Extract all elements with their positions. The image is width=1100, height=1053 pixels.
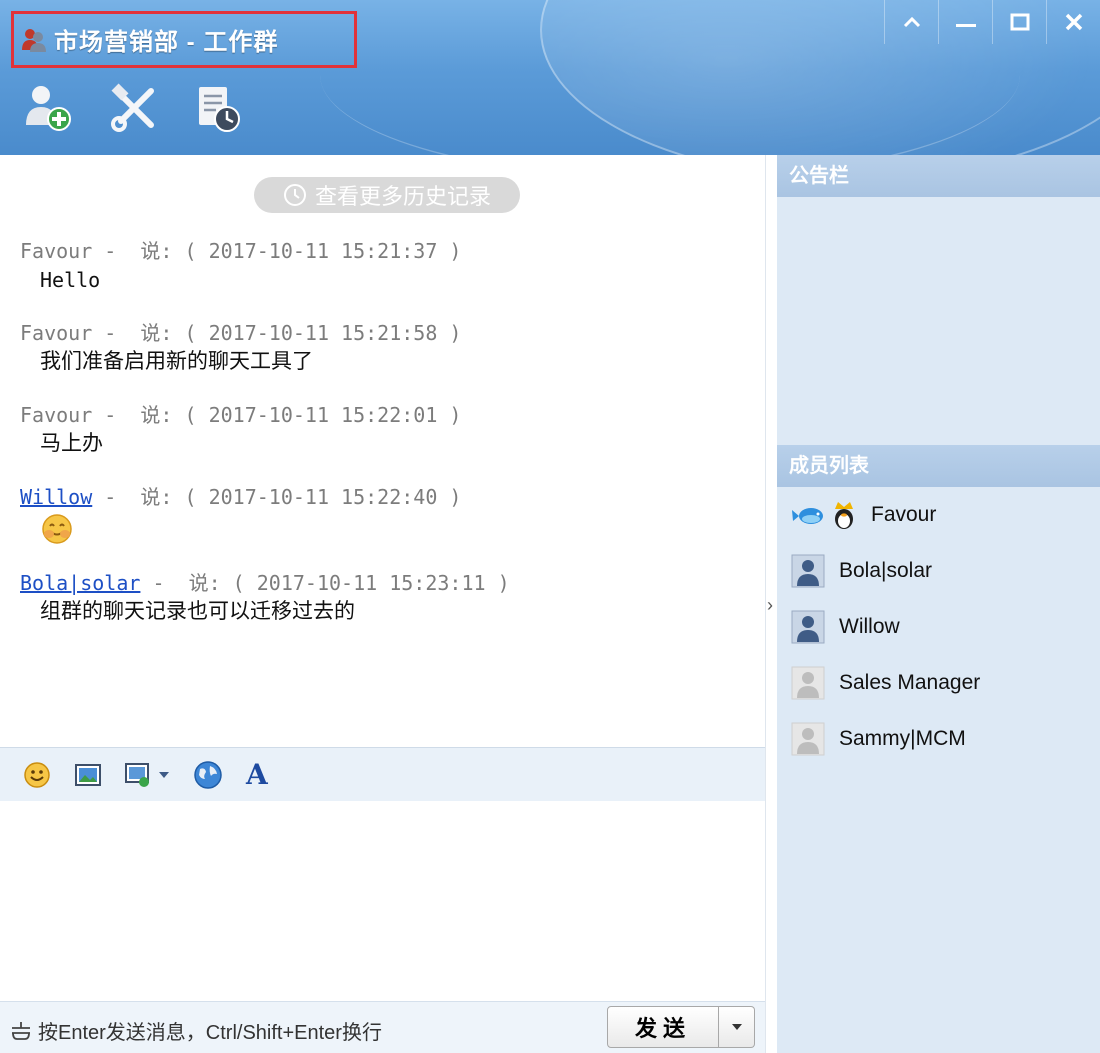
input-toolbar: A [0,747,765,801]
offline-user-avatar-icon [791,722,825,756]
message-sender: Favour [20,239,93,263]
send-button[interactable]: 发送 [607,1006,719,1048]
message-sender-link[interactable]: Bola|solar [20,571,140,595]
keyboard-shortcut-icon[interactable] [8,1020,34,1042]
send-bar: 按Enter发送消息，Ctrl/Shift+Enter换行 发送 [0,1001,765,1053]
chat-history-button[interactable] [190,80,246,136]
message-meta: Willow - 说: ( 2017-10-11 15:22:40 ) [20,483,461,511]
expand-arrow-icon[interactable]: › [767,595,773,616]
image-icon [75,763,101,786]
window-header: 市场营销部 - 工作群 [0,0,1100,155]
chat-message: Willow - 说: ( 2017-10-11 15:22:40 ) [20,483,461,554]
chat-message: Bola|solar - 说: ( 2017-10-11 15:23:11 ) … [20,569,510,627]
message-sender: Favour [20,403,93,427]
message-body: 组群的聊天记录也可以迁移过去的 [40,600,355,623]
member-list-header: 成员列表 [777,445,1100,487]
send-options-button[interactable] [719,1006,755,1048]
message-timestamp: - 说: ( 2017-10-11 15:22:40 ) [92,485,462,509]
message-sender-link[interactable]: Willow [20,485,92,509]
message-input[interactable] [0,801,765,1001]
notice-board-header: 公告栏 [777,155,1100,197]
screenshot-icon [125,762,149,787]
message-timestamp: - 说: ( 2017-10-11 15:21:58 ) [92,321,462,345]
window-title: 市场营销部 - 工作群 [54,29,279,56]
chat-message: Favour - 说: ( 2017-10-11 15:21:37 ) Hell… [20,237,461,295]
window-controls [884,0,1100,44]
message-meta: Favour - 说: ( 2017-10-11 15:21:37 ) [20,237,461,265]
close-icon [1065,13,1082,31]
message-timestamp: - 说: ( 2017-10-11 15:22:01 ) [92,403,462,427]
user-avatar-icon [791,554,825,588]
group-settings-button[interactable] [106,80,162,136]
message-body: 我们准备启用新的聊天工具了 [40,350,313,373]
send-hint: 按Enter发送消息，Ctrl/Shift+Enter换行 [8,1016,382,1045]
smiling-emoji-icon [42,514,72,544]
message-meta: Favour - 说: ( 2017-10-11 15:21:58 ) [20,319,461,347]
panel-splitter[interactable]: › [765,155,777,1053]
whale-status-icon [792,508,823,524]
clock-icon [283,184,306,206]
member-item[interactable]: Willow [777,599,1100,655]
message-timestamp: - 说: ( 2017-10-11 15:23:11 ) [140,571,510,595]
message-body: 马上办 [40,432,103,455]
offline-user-avatar-icon [791,666,825,700]
minimize-button[interactable] [938,0,992,44]
emoji-icon [24,761,50,788]
close-button[interactable] [1046,0,1100,44]
member-item[interactable]: Sammy|MCM [777,711,1100,767]
screenshot-button[interactable] [124,761,170,789]
member-item[interactable]: Sales Manager [777,655,1100,711]
font-settings-button[interactable]: A [246,758,268,791]
group-chat-icon [22,28,46,52]
member-name: Sammy|MCM [839,727,966,750]
view-more-history-button[interactable]: 查看更多历史记录 [254,177,520,213]
globe-icon [194,760,222,789]
chevron-down-icon [731,1024,742,1030]
message-body [40,511,461,554]
member-name: Sales Manager [839,671,981,694]
collapse-button[interactable] [884,0,938,44]
window-title-bar: 市场营销部 - 工作群 [11,11,357,68]
chat-message-area[interactable]: 查看更多历史记录 Favour - 说: ( 2017-10-11 15:21:… [0,155,765,747]
group-toolbar [22,80,246,136]
emoji-button[interactable] [22,760,52,790]
member-item[interactable]: Favour [777,487,1100,543]
collapse-icon [903,16,920,28]
add-member-icon [26,86,71,131]
member-name: Bola|solar [839,559,933,582]
user-avatar-icon [791,610,825,644]
view-more-history-label: 查看更多历史记录 [314,184,491,209]
maximize-icon [1010,13,1029,31]
send-button-group: 发送 [607,1006,755,1048]
send-image-button[interactable] [74,762,102,788]
notice-board-content [777,197,1100,445]
message-sender: Favour [20,321,93,345]
web-service-button[interactable] [192,759,224,791]
message-body: Hello [40,268,101,292]
chat-message: Favour - 说: ( 2017-10-11 15:21:58 ) 我们准备… [20,319,461,377]
chevron-down-icon[interactable] [158,770,170,780]
minimize-icon [955,24,976,27]
member-name: Favour [871,503,937,526]
message-timestamp: - 说: ( 2017-10-11 15:21:37 ) [92,239,462,263]
message-meta: Bola|solar - 说: ( 2017-10-11 15:23:11 ) [20,569,510,597]
member-item[interactable]: Bola|solar [777,543,1100,599]
add-member-button[interactable] [22,80,78,136]
group-side-panel: 公告栏 成员列表 Favour Bola|solar Willow Sales … [777,155,1100,1053]
maximize-button[interactable] [992,0,1046,44]
owner-crown-avatar-icon [835,502,853,529]
settings-tools-icon [111,83,154,132]
chat-message: Favour - 说: ( 2017-10-11 15:22:01 ) 马上办 [20,401,461,459]
member-name: Willow [839,615,900,638]
message-meta: Favour - 说: ( 2017-10-11 15:22:01 ) [20,401,461,429]
history-log-icon [199,87,240,132]
send-hint-text: 按Enter发送消息，Ctrl/Shift+Enter换行 [38,1022,382,1044]
